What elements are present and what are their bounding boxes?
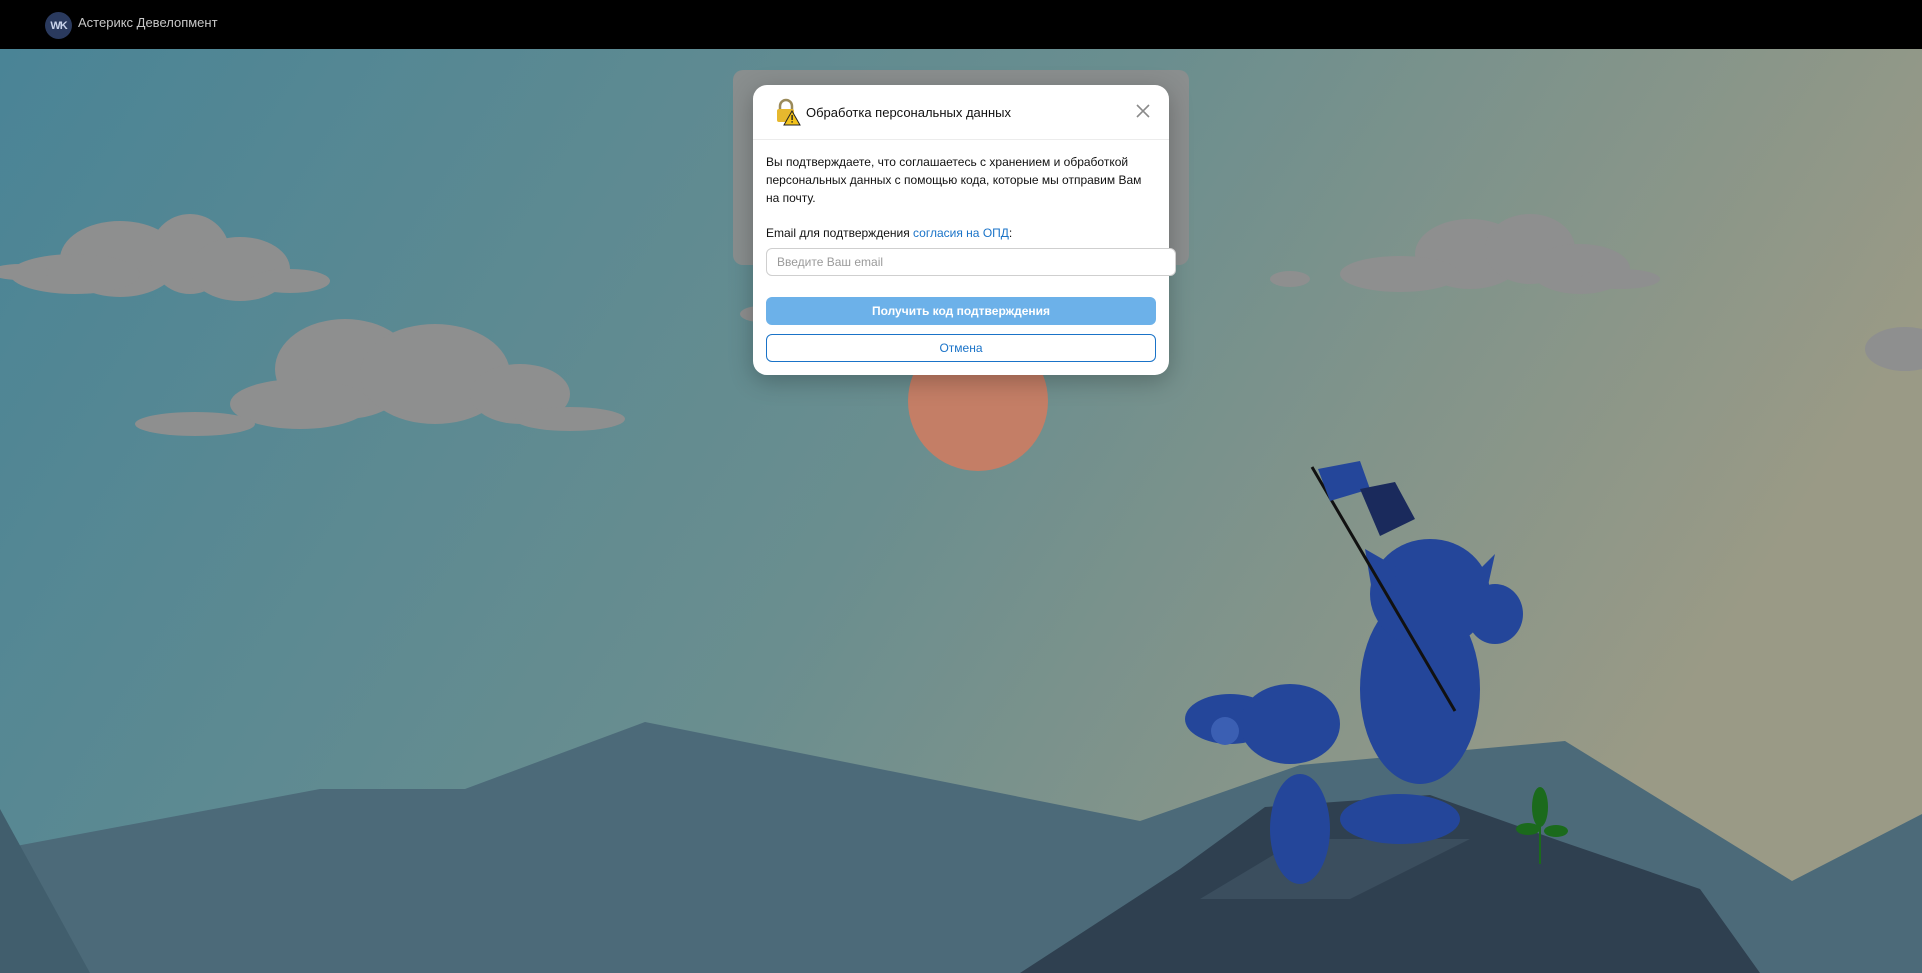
company-name[interactable]: Астерикс Девелопмент [78,15,218,30]
email-label-text: Email для подтверждения [766,226,914,240]
cancel-button[interactable]: Отмена [766,334,1156,362]
email-label: Email для подтверждения согласия на ОПД: [766,226,1012,240]
company-logo[interactable]: WK [45,12,72,39]
consent-link[interactable]: согласия на ОПД [913,226,1009,240]
get-code-button[interactable]: Получить код подтверждения [766,297,1156,325]
personal-data-dialog: Обработка персональных данных Вы подтвер… [753,85,1176,375]
dialog-header: Обработка персональных данных [753,85,1169,140]
lock-warning-icon [773,98,801,126]
email-input[interactable] [766,248,1176,276]
consent-description: Вы подтверждаете, что соглашаетесь с хра… [766,155,1142,205]
close-icon[interactable] [1133,101,1153,121]
email-label-colon: : [1008,226,1013,240]
top-bar: WK Астерикс Девелопмент [0,0,1922,50]
dialog-title: Обработка персональных данных [806,105,1011,120]
